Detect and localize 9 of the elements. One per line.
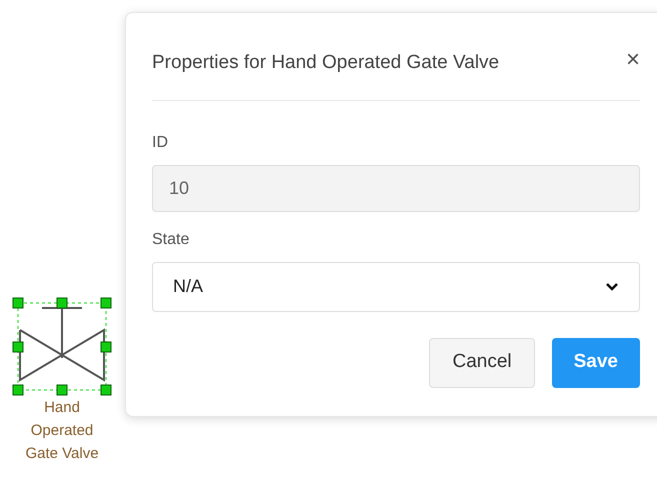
field-label: State	[152, 230, 190, 250]
select-field[interactable]: N/A	[152, 262, 640, 312]
cancel-button[interactable]: Cancel	[429, 338, 535, 388]
dialog-title: Properties for Hand Operated Gate Valve	[152, 51, 500, 75]
shape-label: Hand Operated Gate Valve	[24, 398, 100, 464]
chevron-down-icon	[605, 282, 619, 292]
selection-handles[interactable]	[12, 298, 112, 396]
close-button[interactable]: ×	[626, 48, 640, 72]
field-label: ID	[152, 132, 169, 152]
